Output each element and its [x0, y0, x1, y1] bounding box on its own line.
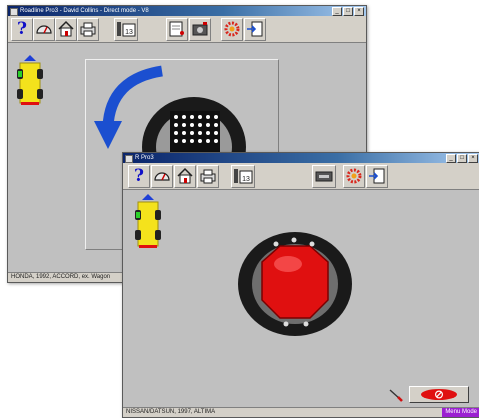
export-icon	[369, 168, 385, 184]
gauge-icon	[36, 25, 52, 34]
wheel-with-target-image	[142, 97, 246, 157]
calendar-day-label: 13	[125, 29, 133, 36]
front-window: R Pro3 _ □ × ? 13 NISSAN/DATSUN, 1997, A…	[122, 152, 479, 418]
export-icon	[247, 21, 263, 37]
app-icon	[125, 155, 133, 163]
back-toolbar: ? 13	[8, 16, 366, 43]
camera-button[interactable]	[312, 165, 336, 188]
front-vehicle-status-text: NISSAN/DATSUN, 1997, ALTIMA	[126, 409, 216, 415]
home-icon	[177, 167, 193, 184]
maximize-button[interactable]: □	[343, 7, 353, 16]
camera-button[interactable]	[189, 18, 211, 41]
help-icon: ?	[17, 19, 27, 39]
export-button[interactable]	[366, 165, 388, 188]
target-settings-button[interactable]	[343, 165, 365, 188]
target-settings-button[interactable]	[221, 18, 243, 41]
close-button[interactable]: ×	[354, 7, 364, 16]
back-window-title-bar[interactable]: Roadline Pro3 - David Collins - Direct m…	[8, 6, 366, 16]
printer-button[interactable]	[77, 18, 99, 41]
screwdriver-icon	[389, 389, 403, 402]
close-button[interactable]: ×	[468, 154, 478, 163]
target-settings-icon	[224, 21, 240, 37]
report-button[interactable]	[166, 18, 188, 41]
printer-icon	[200, 169, 216, 184]
help-button[interactable]: ?	[11, 18, 33, 41]
app-icon	[10, 8, 18, 16]
camera-icon	[315, 171, 333, 182]
home-icon	[58, 20, 74, 37]
front-toolbar: ? 13	[123, 163, 479, 190]
gauge-icon	[154, 172, 170, 181]
export-button[interactable]	[244, 18, 266, 41]
back-window-title: Roadline Pro3 - David Collins - Direct m…	[20, 8, 149, 14]
minimize-button[interactable]: _	[332, 7, 342, 16]
gauge-button[interactable]	[151, 165, 173, 188]
wheel-with-red-target-image	[238, 232, 352, 336]
printer-icon	[80, 22, 96, 37]
back-vehicle-status-text: HONDA, 1992, ACCORD, ex. Wagon	[11, 274, 111, 280]
front-window-title-bar[interactable]: R Pro3 _ □ ×	[123, 153, 479, 163]
help-icon: ?	[134, 166, 144, 186]
calendar-day-label: 13	[242, 176, 250, 183]
calendar-tool-button[interactable]: 13	[114, 18, 138, 41]
front-client-area	[123, 190, 479, 407]
cancel-button[interactable]	[409, 386, 469, 403]
minimize-button[interactable]: _	[446, 154, 456, 163]
vehicle-diagram	[17, 55, 43, 105]
cancel-icon	[421, 389, 457, 400]
camera-icon	[192, 22, 208, 36]
printer-button[interactable]	[197, 165, 219, 188]
calendar-tool-icon: 13	[234, 169, 253, 184]
help-button[interactable]: ?	[128, 165, 150, 188]
front-window-title: R Pro3	[135, 155, 154, 161]
maximize-button[interactable]: □	[457, 154, 467, 163]
target-settings-icon	[346, 168, 362, 184]
home-button[interactable]	[174, 165, 196, 188]
vehicle-diagram	[135, 194, 161, 248]
gauge-button[interactable]	[33, 18, 55, 41]
calendar-tool-icon: 13	[117, 22, 136, 37]
report-icon	[169, 21, 184, 37]
calendar-tool-button[interactable]: 13	[231, 165, 255, 188]
home-button[interactable]	[55, 18, 77, 41]
